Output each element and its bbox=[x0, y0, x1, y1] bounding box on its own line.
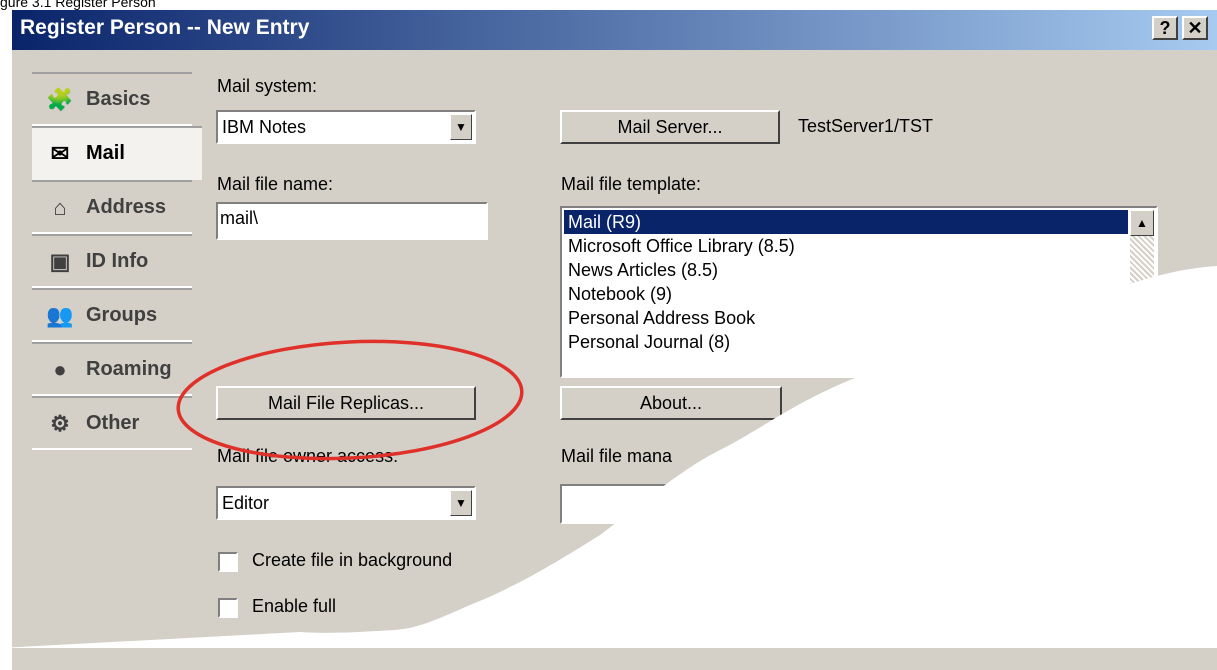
house-icon: ⌂ bbox=[53, 195, 67, 220]
sidebar-item-address[interactable]: ⌂ Address bbox=[32, 180, 192, 234]
mail-template-listbox[interactable]: Mail (R9) Microsoft Office Library (8.5)… bbox=[560, 206, 1158, 378]
register-person-dialog: Register Person -- New Entry ? ✕ 🧩 Basic… bbox=[12, 10, 1217, 670]
mail-system-value: IBM Notes bbox=[222, 117, 307, 137]
sidebar-nav: 🧩 Basics ✉ Mail ⌂ Address ▣ ID Info 👥 Gr… bbox=[32, 72, 202, 450]
sidebar-item-label: Mail bbox=[86, 142, 125, 164]
sidebar-item-label: Address bbox=[86, 196, 167, 218]
chevron-down-icon[interactable]: ▼ bbox=[450, 490, 472, 516]
mail-file-replicas-button[interactable]: Mail File Replicas... bbox=[216, 386, 476, 420]
mail-system-select[interactable]: IBM Notes ▼ bbox=[216, 110, 476, 144]
sidebar-item-label: Roaming bbox=[86, 358, 172, 380]
globe-icon: ● bbox=[53, 357, 67, 382]
enable-full-label: Enable full bbox=[252, 596, 337, 616]
sidebar-item-other[interactable]: ⚙ Other bbox=[32, 396, 192, 450]
people-icon: 👥 bbox=[46, 303, 74, 328]
basics-icon: 🧩 bbox=[46, 87, 74, 112]
mail-file-manager-label: Mail file mana bbox=[561, 446, 673, 466]
chevron-down-icon[interactable]: ▼ bbox=[450, 114, 472, 140]
title-bar: Register Person -- New Entry ? ✕ bbox=[12, 10, 1217, 50]
mail-system-label: Mail system: bbox=[217, 76, 318, 96]
figure-caption: gure 3.1 Register Person bbox=[0, 0, 156, 10]
mail-template-label: Mail file template: bbox=[561, 174, 702, 194]
help-button[interactable]: ? bbox=[1152, 16, 1178, 40]
list-item[interactable]: Notebook (9) bbox=[564, 282, 1128, 306]
create-background-label: Create file in background bbox=[252, 550, 453, 570]
enable-full-checkbox[interactable] bbox=[218, 598, 238, 618]
sidebar-item-id-info[interactable]: ▣ ID Info bbox=[32, 234, 192, 288]
scroll-up-icon[interactable]: ▲ bbox=[1130, 210, 1154, 236]
mail-server-button[interactable]: Mail Server... bbox=[560, 110, 780, 144]
mail-icon: ✉ bbox=[50, 141, 70, 166]
owner-access-select[interactable]: Editor ▼ bbox=[216, 486, 476, 520]
mail-file-manager-field[interactable] bbox=[560, 484, 740, 524]
sidebar-item-label: ID Info bbox=[86, 250, 149, 272]
list-item[interactable]: Microsoft Office Library (8.5) bbox=[564, 234, 1128, 258]
list-item[interactable]: News Articles (8.5) bbox=[564, 258, 1128, 282]
close-button[interactable]: ✕ bbox=[1182, 16, 1208, 40]
about-button[interactable]: About... bbox=[560, 386, 782, 420]
other-icon: ⚙ bbox=[50, 411, 70, 436]
owner-access-label: Mail file owner access: bbox=[217, 446, 399, 466]
mail-file-name-field[interactable]: mail\ bbox=[216, 202, 488, 240]
mail-server-value: TestServer1/TST bbox=[798, 116, 934, 136]
list-item[interactable]: Personal Address Book bbox=[564, 306, 1128, 330]
sidebar-item-label: Other bbox=[86, 412, 140, 434]
sidebar-item-label: Basics bbox=[86, 88, 151, 110]
window-title: Register Person -- New Entry bbox=[20, 16, 310, 39]
sidebar-item-groups[interactable]: 👥 Groups bbox=[32, 288, 192, 342]
list-item[interactable]: Mail (R9) bbox=[564, 210, 1128, 234]
scrollbar-track[interactable] bbox=[1130, 236, 1154, 376]
id-card-icon: ▣ bbox=[49, 249, 71, 274]
list-item[interactable]: Personal Journal (8) bbox=[564, 330, 1128, 354]
mail-file-name-label: Mail file name: bbox=[217, 174, 334, 194]
sidebar-item-mail[interactable]: ✉ Mail bbox=[32, 126, 202, 180]
sidebar-item-roaming[interactable]: ● Roaming bbox=[32, 342, 192, 396]
owner-access-value: Editor bbox=[222, 493, 270, 513]
sidebar-item-basics[interactable]: 🧩 Basics bbox=[32, 72, 192, 126]
sidebar-item-label: Groups bbox=[86, 304, 158, 326]
create-background-checkbox[interactable] bbox=[218, 552, 238, 572]
